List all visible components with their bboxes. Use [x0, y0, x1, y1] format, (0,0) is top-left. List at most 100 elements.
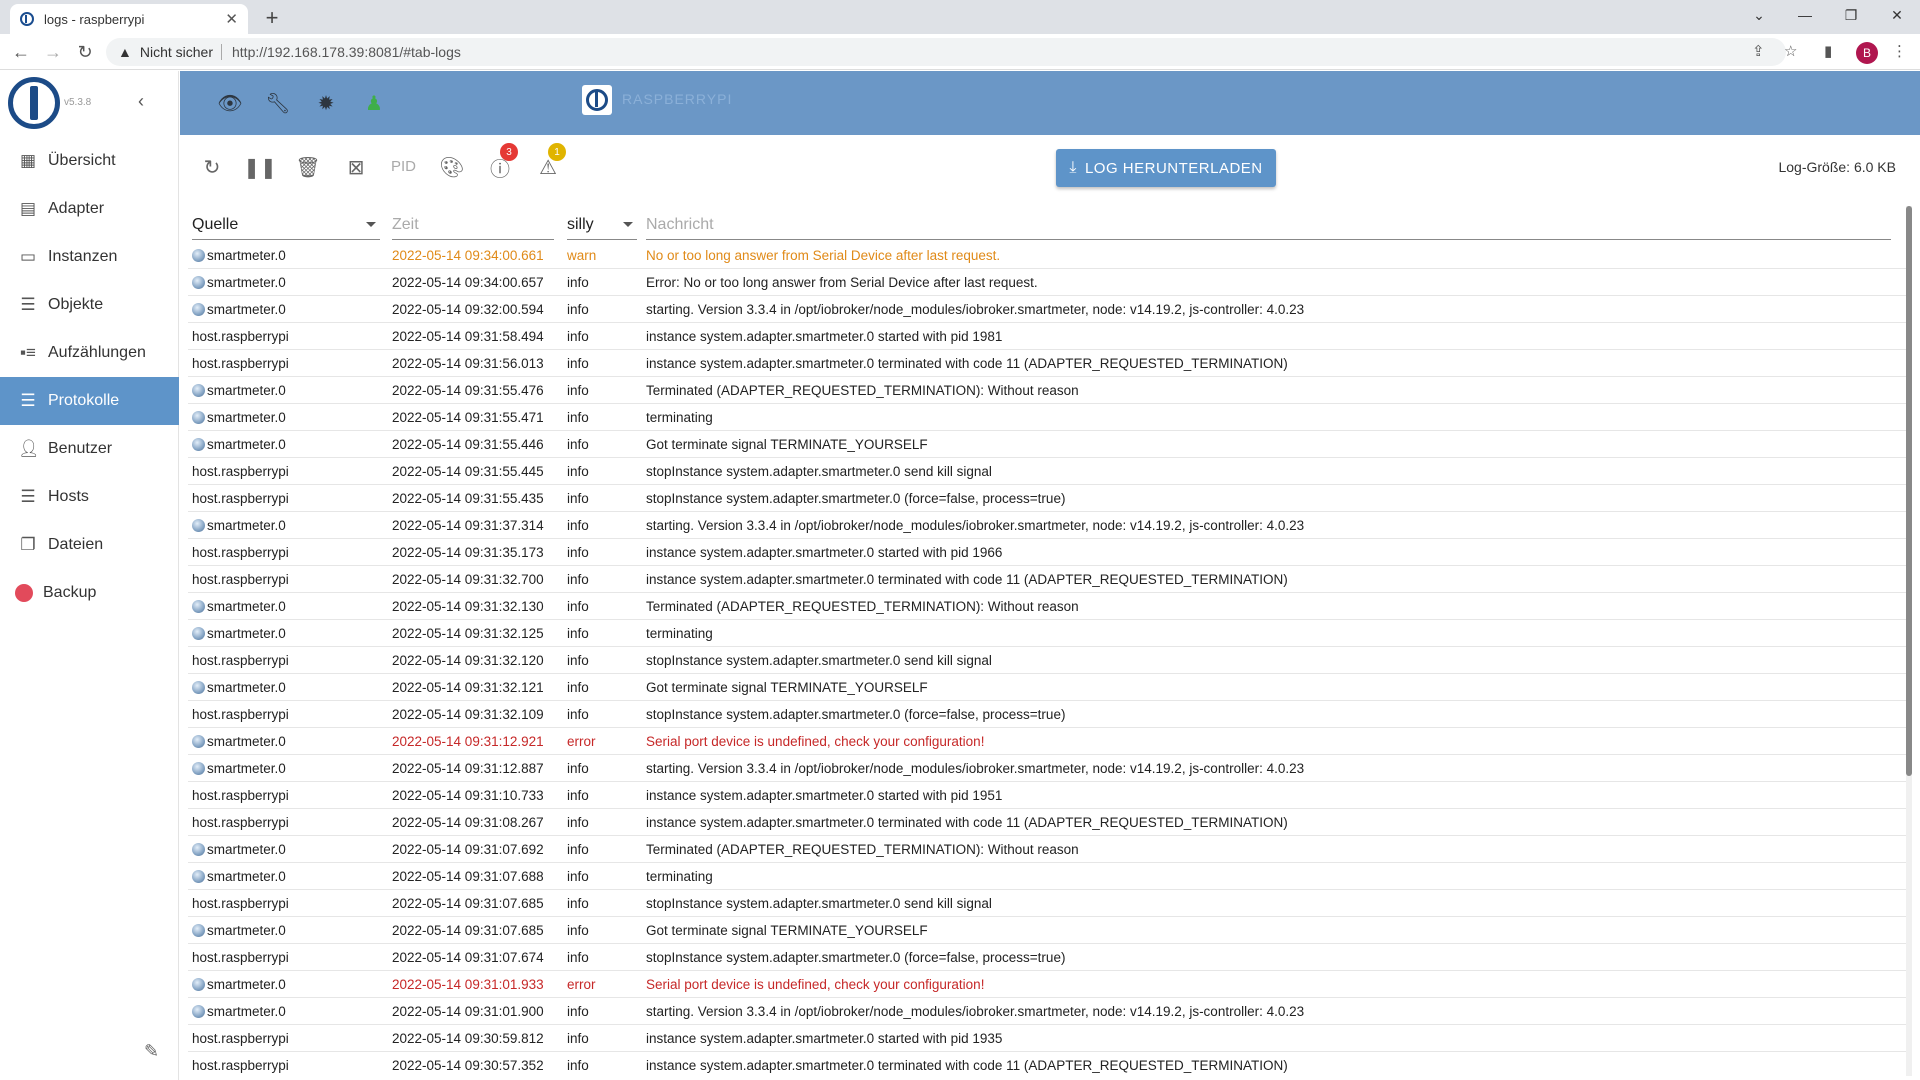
log-message: stopInstance system.adapter.smartmeter.0…: [646, 896, 992, 911]
backup-icon: [15, 584, 33, 602]
table-row[interactable]: host.raspberrypi 2022-05-14 09:31:07.685 i…: [188, 890, 1906, 917]
sidebar-item-users[interactable]: 👤︎ Benutzer: [0, 425, 179, 473]
edit-pencil-icon[interactable]: ✎: [144, 1041, 159, 1062]
table-row[interactable]: smartmeter.0 2022-05-14 09:31:32.130 info T…: [188, 593, 1906, 620]
message-filter-input[interactable]: Nachricht: [646, 210, 1891, 240]
browser-tabstrip: logs - raspberrypi ✕ + ⌄ — ❐ ✕: [0, 0, 1920, 34]
table-row[interactable]: host.raspberrypi 2022-05-14 09:31:35.173 i…: [188, 539, 1906, 566]
warning-filter-button[interactable]: ⚠︎ 1: [534, 143, 566, 181]
table-row[interactable]: host.raspberrypi 2022-05-14 09:31:07.674 i…: [188, 944, 1906, 971]
log-source-text: smartmeter.0: [207, 977, 286, 992]
back-icon[interactable]: ←: [8, 40, 34, 64]
forward-icon[interactable]: →: [40, 40, 66, 64]
table-row[interactable]: smartmeter.0 2022-05-14 09:31:07.692 info T…: [188, 836, 1906, 863]
sidebar-item-overview[interactable]: ▦ Übersicht: [0, 137, 179, 185]
table-row[interactable]: smartmeter.0 2022-05-14 09:31:01.900 info s…: [188, 998, 1906, 1025]
table-row[interactable]: host.raspberrypi 2022-05-14 09:31:58.494 i…: [188, 323, 1906, 350]
error-filter-button[interactable]: ⓘ 3: [486, 143, 518, 181]
browser-tab[interactable]: logs - raspberrypi ✕: [10, 4, 248, 34]
pause-icon[interactable]: ❚❚: [243, 153, 277, 181]
log-source-text: smartmeter.0: [207, 302, 286, 317]
reload-icon[interactable]: ↻: [72, 40, 98, 64]
theme-brightness-icon[interactable]: ✹: [312, 89, 340, 117]
delete-icon[interactable]: 🗑︎: [294, 153, 322, 181]
table-row[interactable]: smartmeter.0 2022-05-14 09:31:12.921 error…: [188, 728, 1906, 755]
enum-icon: ▪≡: [20, 343, 36, 362]
list-icon: ☰: [20, 295, 36, 314]
close-window-button[interactable]: ✕: [1874, 0, 1920, 30]
table-row[interactable]: smartmeter.0 2022-05-14 09:31:07.688 info t…: [188, 863, 1906, 890]
table-row[interactable]: smartmeter.0 2022-05-14 09:31:32.125 info t…: [188, 620, 1906, 647]
table-header: Quelle Zeit silly Nachricht: [188, 206, 1906, 242]
restore-button[interactable]: ❐: [1828, 0, 1874, 30]
severity-filter-select[interactable]: silly: [567, 210, 637, 240]
delete-all-icon[interactable]: ⊠: [342, 153, 370, 181]
table-row[interactable]: smartmeter.0 2022-05-14 09:31:55.446 info G…: [188, 431, 1906, 458]
minimize-button[interactable]: —: [1782, 0, 1828, 30]
log-time: 2022-05-14 09:32:00.594: [392, 302, 544, 317]
sidebar-item-adapter[interactable]: ▤ Adapter: [0, 185, 179, 233]
refresh-icon[interactable]: ↻: [198, 153, 226, 181]
expert-mode-icon[interactable]: ♟: [360, 89, 388, 117]
scrollbar-thumb[interactable]: [1906, 206, 1912, 776]
time-filter-input[interactable]: Zeit: [392, 210, 554, 240]
eye-icon[interactable]: 👁︎: [216, 89, 244, 117]
table-row[interactable]: host.raspberrypi 2022-05-14 09:31:56.013 i…: [188, 350, 1906, 377]
table-row[interactable]: smartmeter.0 2022-05-14 09:31:32.121 info G…: [188, 674, 1906, 701]
bookmark-star-icon[interactable]: ☆: [1784, 42, 1797, 60]
table-row[interactable]: smartmeter.0 2022-05-14 09:31:12.887 info s…: [188, 755, 1906, 782]
adapter-icon: [192, 627, 205, 640]
table-row[interactable]: smartmeter.0 2022-05-14 09:31:55.471 info t…: [188, 404, 1906, 431]
table-row[interactable]: host.raspberrypi 2022-05-14 09:31:32.109 i…: [188, 701, 1906, 728]
user-icon: 👤︎: [18, 439, 40, 458]
table-row[interactable]: smartmeter.0 2022-05-14 09:31:37.314 info s…: [188, 512, 1906, 539]
profile-avatar[interactable]: B: [1856, 42, 1878, 64]
iobroker-logo[interactable]: [8, 77, 60, 129]
table-row[interactable]: smartmeter.0 2022-05-14 09:34:00.661 warn N…: [188, 242, 1906, 269]
share-icon[interactable]: ⇪: [1752, 42, 1765, 60]
pid-toggle-button[interactable]: PID: [391, 158, 416, 175]
log-severity: info: [567, 410, 589, 425]
table-row[interactable]: smartmeter.0 2022-05-14 09:31:07.685 info G…: [188, 917, 1906, 944]
table-row[interactable]: host.raspberrypi 2022-05-14 09:31:10.733 i…: [188, 782, 1906, 809]
palette-icon[interactable]: 🎨︎: [438, 153, 466, 181]
log-time: 2022-05-14 09:31:55.476: [392, 383, 544, 398]
url-text[interactable]: http://192.168.178.39:8081/#tab-logs: [232, 44, 461, 60]
table-row[interactable]: host.raspberrypi 2022-05-14 09:30:57.352 i…: [188, 1052, 1906, 1076]
table-row[interactable]: smartmeter.0 2022-05-14 09:34:00.657 info E…: [188, 269, 1906, 296]
close-tab-icon[interactable]: ✕: [225, 10, 238, 28]
table-row[interactable]: host.raspberrypi 2022-05-14 09:31:55.445 i…: [188, 458, 1906, 485]
log-time: 2022-05-14 09:31:32.700: [392, 572, 544, 587]
table-row[interactable]: host.raspberrypi 2022-05-14 09:31:32.120 i…: [188, 647, 1906, 674]
address-bar[interactable]: ▲ Nicht sicher http://192.168.178.39:808…: [106, 38, 1786, 66]
menu-kebab-icon[interactable]: ⋮: [1892, 42, 1907, 60]
side-panel-icon[interactable]: ▮: [1824, 42, 1832, 60]
sidebar-item-enums[interactable]: ▪≡ Aufzählungen: [0, 329, 179, 377]
adapter-icon: [192, 249, 205, 262]
source-filter-select[interactable]: Quelle: [192, 210, 380, 240]
table-row[interactable]: host.raspberrypi 2022-05-14 09:30:59.812 i…: [188, 1025, 1906, 1052]
new-tab-button[interactable]: +: [258, 4, 286, 32]
log-message: starting. Version 3.3.4 in /opt/iobroker…: [646, 302, 1305, 317]
collapse-sidebar-icon[interactable]: ‹: [138, 91, 144, 112]
sidebar-item-label: Objekte: [48, 296, 104, 313]
sidebar-item-hosts[interactable]: ☰ Hosts: [0, 473, 179, 521]
sidebar-item-label: Adapter: [48, 200, 105, 217]
sidebar-item-files[interactable]: ❐ Dateien: [0, 521, 179, 569]
log-source-text: host.raspberrypi: [192, 815, 289, 830]
table-row[interactable]: smartmeter.0 2022-05-14 09:31:01.933 error…: [188, 971, 1906, 998]
table-row[interactable]: smartmeter.0 2022-05-14 09:32:00.594 info s…: [188, 296, 1906, 323]
table-row[interactable]: host.raspberrypi 2022-05-14 09:31:55.435 i…: [188, 485, 1906, 512]
sidebar-item-instances[interactable]: ▭ Instanzen: [0, 233, 179, 281]
log-message: terminating: [646, 626, 713, 641]
sidebar-item-logs[interactable]: ☰ Protokolle: [0, 377, 179, 425]
tab-search-icon[interactable]: ⌄: [1736, 0, 1782, 30]
download-log-button[interactable]: ⤓ LOG HERUNTERLADEN: [1056, 149, 1276, 187]
table-row[interactable]: host.raspberrypi 2022-05-14 09:31:32.700 i…: [188, 566, 1906, 593]
log-severity: error: [567, 734, 596, 749]
sidebar-item-objects[interactable]: ☰ Objekte: [0, 281, 179, 329]
wrench-icon[interactable]: 🔧︎: [264, 89, 292, 117]
table-row[interactable]: host.raspberrypi 2022-05-14 09:31:08.267 i…: [188, 809, 1906, 836]
sidebar-item-backup[interactable]: Backup: [0, 569, 179, 617]
table-row[interactable]: smartmeter.0 2022-05-14 09:31:55.476 info T…: [188, 377, 1906, 404]
